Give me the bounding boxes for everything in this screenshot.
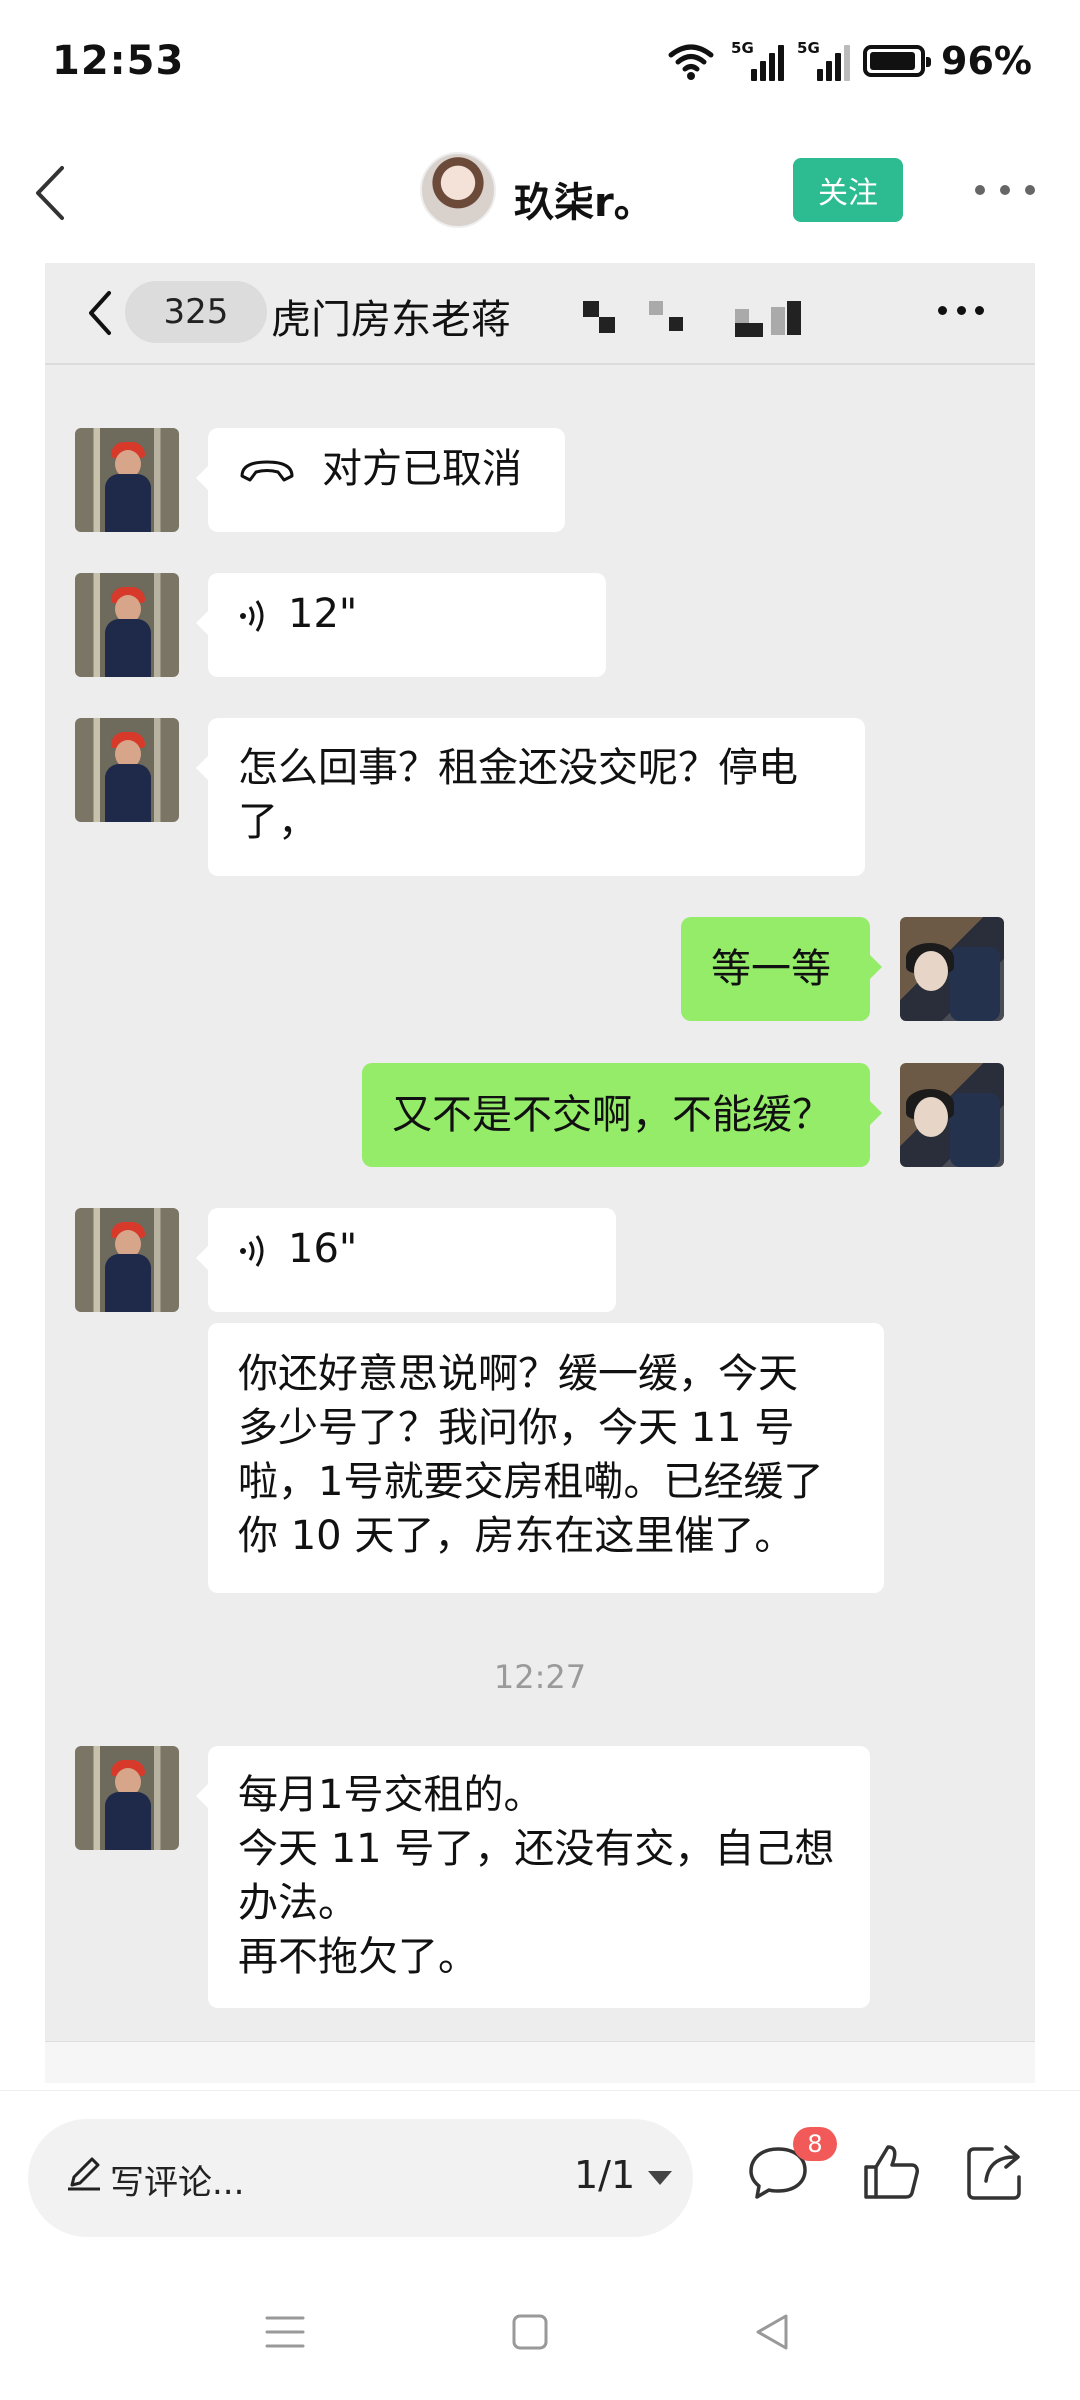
chat-input-row [45,2041,1035,2083]
network-type-1: 5G [731,39,754,57]
landlord-avatar [75,428,179,532]
bottom-action-bar: 写评论... 1/1 8 [0,2090,1080,2270]
landlord-avatar [75,1746,179,1850]
network-type-2: 5G [797,39,820,57]
signal-icon: 5G [797,39,851,83]
comment-placeholder: 写评论... [110,2163,245,2203]
message-line: 办法。 [238,1880,358,1926]
voice-duration: 16" [288,1226,358,1272]
status-bar: 12:53 5G 5G 96% [0,0,1080,125]
message-line: 多少号了？我问你，今天 11 号 [238,1405,795,1451]
self-avatar [900,917,1004,1021]
text-message: 你还好意思说啊？缓一缓，今天 多少号了？我问你，今天 11 号 啦，1号就要交房… [208,1323,884,1593]
call-message: 对方已取消 [196,428,565,532]
battery-icon [863,45,932,77]
voice-icon [240,1235,264,1267]
author-name[interactable]: 玖柒r。 [514,170,654,228]
message-line: 今天 11 号了，还没有交，自己想 [238,1826,835,1872]
call-status-text: 对方已取消 [322,446,522,492]
dropdown-caret-icon[interactable] [648,2171,672,2185]
call-icon [240,460,294,482]
share-icon[interactable] [962,2139,1028,2205]
message-line: 你 10 天了，房东在这里催了。 [238,1513,795,1559]
self-text-message: 又不是不交啊，不能缓？ [362,1063,882,1167]
message-line: 每月1号交租的。 [238,1772,544,1818]
page-indicator[interactable]: 1/1 [574,2153,635,2197]
chat-screenshot[interactable]: 325 虎门房东老蒋 对方已取消 12" 怎么回事？租金还没交呢？停电 了， 等… [45,263,1035,2083]
message-line: 怎么回事？租金还没交呢？停电 [238,745,798,791]
author-avatar[interactable] [420,152,496,228]
system-nav-bar [0,2270,1080,2400]
message-timestamp: 12:27 [493,1658,587,1696]
comment-count-badge: 8 [793,2127,837,2161]
self-avatar [900,1063,1004,1167]
chat-more-icon [938,303,984,317]
self-text-message: 等一等 [681,917,882,1021]
battery-percent: 96% [941,39,1032,83]
landlord-avatar [75,573,179,677]
message-line: 再不拖欠了。 [238,1934,478,1980]
text-message: 怎么回事？租金还没交呢？停电 了， [196,718,865,876]
chat-header: 325 虎门房东老蒋 [45,263,1035,365]
back-icon[interactable] [26,158,76,228]
wifi-icon [668,44,714,80]
chat-back-icon [89,291,111,335]
comment-input[interactable]: 写评论... 1/1 [28,2119,693,2237]
like-icon[interactable] [858,2139,924,2205]
text-message: 每月1号交租的。 今天 11 号了，还没有交，自己想 办法。 再不拖欠了。 [196,1746,870,2008]
message-line: 啦，1号就要交房租嘞。已经缓了 [238,1459,824,1505]
chat-title-text: 虎门房东老蒋 [271,297,511,343]
voice-message[interactable]: 16" [196,1208,616,1312]
status-icons: 5G 5G 96% [667,36,1032,86]
home-icon[interactable] [510,2312,550,2352]
signal-icon: 5G [731,39,785,83]
landlord-avatar [75,1208,179,1312]
message-line: 等一等 [711,946,831,992]
menu-icon[interactable] [263,2312,307,2352]
voice-icon [240,600,264,632]
chat-title: 虎门房东老蒋 [271,287,511,345]
more-icon[interactable] [975,170,1035,210]
pen-icon [68,2157,100,2191]
landlord-avatar [75,718,179,822]
message-line: 了， [238,799,318,845]
message-line: 又不是不交啊，不能缓？ [392,1092,832,1138]
voice-message[interactable]: 12" [196,573,606,677]
voice-duration: 12" [288,591,358,637]
unread-count-badge: 325 [125,281,267,343]
follow-button[interactable]: 关注 [793,158,903,222]
post-header: 玖柒r。 关注 [0,140,1080,250]
nav-back-icon[interactable] [752,2310,792,2354]
status-time: 12:53 [52,38,185,84]
message-line: 你还好意思说啊？缓一缓，今天 [238,1351,798,1397]
